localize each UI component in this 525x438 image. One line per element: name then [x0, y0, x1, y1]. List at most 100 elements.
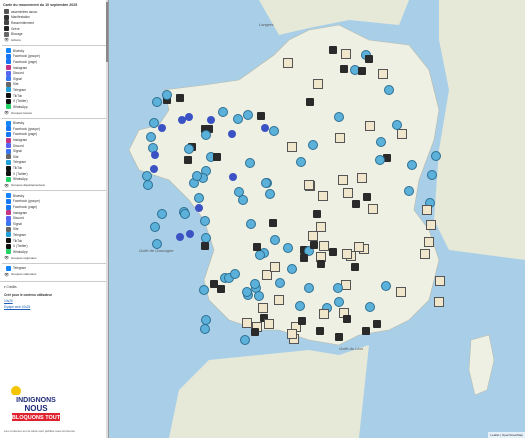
map-marker[interactable] — [148, 117, 159, 128]
map-marker[interactable] — [373, 319, 382, 328]
layer-toggle-actions[interactable]: 👁 Actions — [0, 37, 108, 43]
map-marker[interactable] — [332, 282, 343, 293]
map-marker[interactable] — [329, 248, 338, 257]
map-marker[interactable] — [313, 210, 322, 219]
map-marker[interactable] — [335, 133, 346, 144]
map-marker[interactable] — [233, 113, 244, 124]
map-marker[interactable] — [250, 328, 259, 337]
map-marker[interactable] — [422, 204, 433, 215]
map-marker[interactable] — [341, 279, 352, 290]
map-marker[interactable] — [368, 204, 379, 215]
map-marker[interactable] — [315, 222, 326, 233]
map-marker[interactable] — [300, 254, 309, 263]
map-marker[interactable] — [200, 129, 211, 140]
map-marker[interactable] — [287, 142, 298, 153]
map-marker[interactable] — [268, 125, 279, 136]
map-marker[interactable] — [430, 150, 441, 161]
eye-icon[interactable]: 👁 — [4, 272, 9, 277]
map-marker[interactable] — [239, 334, 250, 345]
map-marker[interactable] — [191, 170, 202, 181]
layer-toggle-local[interactable]: 👁 Groupes locaux — [0, 110, 108, 116]
map-marker[interactable] — [316, 326, 325, 335]
map-marker[interactable] — [319, 309, 329, 320]
map-marker[interactable] — [317, 191, 328, 202]
map-canvas[interactable]: Langres Golfe de Gascogne Golfe du Lion … — [109, 0, 525, 438]
layer-toggle-national[interactable]: 👁 Groupes nationaux — [0, 271, 108, 277]
map-marker[interactable] — [316, 260, 325, 269]
map-marker[interactable] — [407, 159, 418, 170]
layer-toggle-dept[interactable]: 👁 Groupes départementaux — [0, 182, 108, 188]
map-marker[interactable] — [329, 46, 338, 55]
map-marker[interactable] — [364, 120, 375, 131]
map-marker[interactable] — [318, 241, 329, 252]
map-marker[interactable] — [199, 285, 209, 296]
map-marker[interactable] — [424, 236, 435, 247]
map-marker[interactable] — [158, 123, 167, 132]
map-marker[interactable] — [184, 143, 195, 154]
map-marker[interactable] — [237, 194, 248, 205]
map-marker[interactable] — [334, 111, 345, 122]
map-marker[interactable] — [304, 180, 315, 191]
map-marker[interactable] — [257, 111, 266, 120]
map-marker[interactable] — [338, 175, 349, 186]
map-marker[interactable] — [254, 250, 265, 261]
map-marker[interactable] — [274, 294, 285, 305]
map-marker[interactable] — [374, 154, 385, 165]
map-marker[interactable] — [268, 219, 277, 228]
map-marker[interactable] — [241, 318, 252, 329]
scroll-thumb[interactable] — [106, 2, 108, 62]
map-marker[interactable] — [210, 279, 219, 288]
map-marker[interactable] — [254, 290, 265, 301]
credits-toggle[interactable]: ▾ Crédits — [0, 281, 108, 292]
map-marker[interactable] — [228, 173, 237, 182]
map-marker[interactable] — [250, 278, 261, 289]
map-marker[interactable] — [194, 192, 205, 203]
map-marker[interactable] — [340, 65, 349, 74]
map-marker[interactable] — [283, 57, 294, 68]
map-marker[interactable] — [253, 242, 262, 251]
map-marker[interactable] — [156, 208, 167, 219]
map-marker[interactable] — [283, 242, 294, 253]
layer-toggle-regional[interactable]: 👁 Groupes régionaux — [0, 255, 108, 261]
map-marker[interactable] — [308, 230, 319, 241]
map-marker[interactable] — [380, 280, 391, 291]
map-marker[interactable] — [433, 296, 444, 307]
eye-icon[interactable]: 👁 — [4, 110, 9, 115]
map-marker[interactable] — [275, 278, 286, 289]
map-marker[interactable] — [184, 155, 193, 164]
map-marker[interactable] — [351, 200, 360, 209]
sidebar-scrollbar[interactable] — [106, 0, 108, 438]
map-marker[interactable] — [426, 219, 437, 230]
map-marker[interactable] — [404, 185, 415, 196]
map-marker[interactable] — [305, 98, 314, 107]
map-marker[interactable] — [343, 315, 352, 324]
map-marker[interactable] — [378, 68, 389, 79]
map-marker[interactable] — [310, 240, 319, 249]
map-marker[interactable] — [363, 192, 372, 201]
map-marker[interactable] — [350, 262, 359, 271]
map-marker[interactable] — [149, 164, 158, 173]
map-marker[interactable] — [244, 157, 255, 168]
map-marker[interactable] — [362, 327, 371, 336]
map-marker[interactable] — [201, 314, 212, 325]
map-marker[interactable] — [341, 249, 352, 260]
map-marker[interactable] — [341, 49, 352, 60]
map-marker[interactable] — [149, 222, 160, 233]
map-marker[interactable] — [270, 262, 281, 273]
map-marker[interactable] — [334, 333, 343, 342]
eye-icon[interactable]: 👁 — [4, 37, 9, 42]
map-marker[interactable] — [180, 208, 191, 219]
map-marker[interactable] — [303, 283, 314, 294]
map-marker[interactable] — [212, 153, 221, 162]
map-marker[interactable] — [176, 93, 185, 102]
map-marker[interactable] — [356, 172, 367, 183]
map-marker[interactable] — [307, 139, 318, 150]
map-marker[interactable] — [397, 128, 408, 139]
map-marker[interactable] — [243, 109, 254, 120]
map-marker[interactable] — [435, 276, 446, 287]
map-marker[interactable] — [151, 97, 162, 108]
eye-icon[interactable]: 👁 — [4, 183, 9, 188]
map-marker[interactable] — [357, 66, 366, 75]
map-marker[interactable] — [199, 324, 210, 335]
credits-link-team[interactable]: Équipe web 10s25 — [0, 304, 108, 310]
